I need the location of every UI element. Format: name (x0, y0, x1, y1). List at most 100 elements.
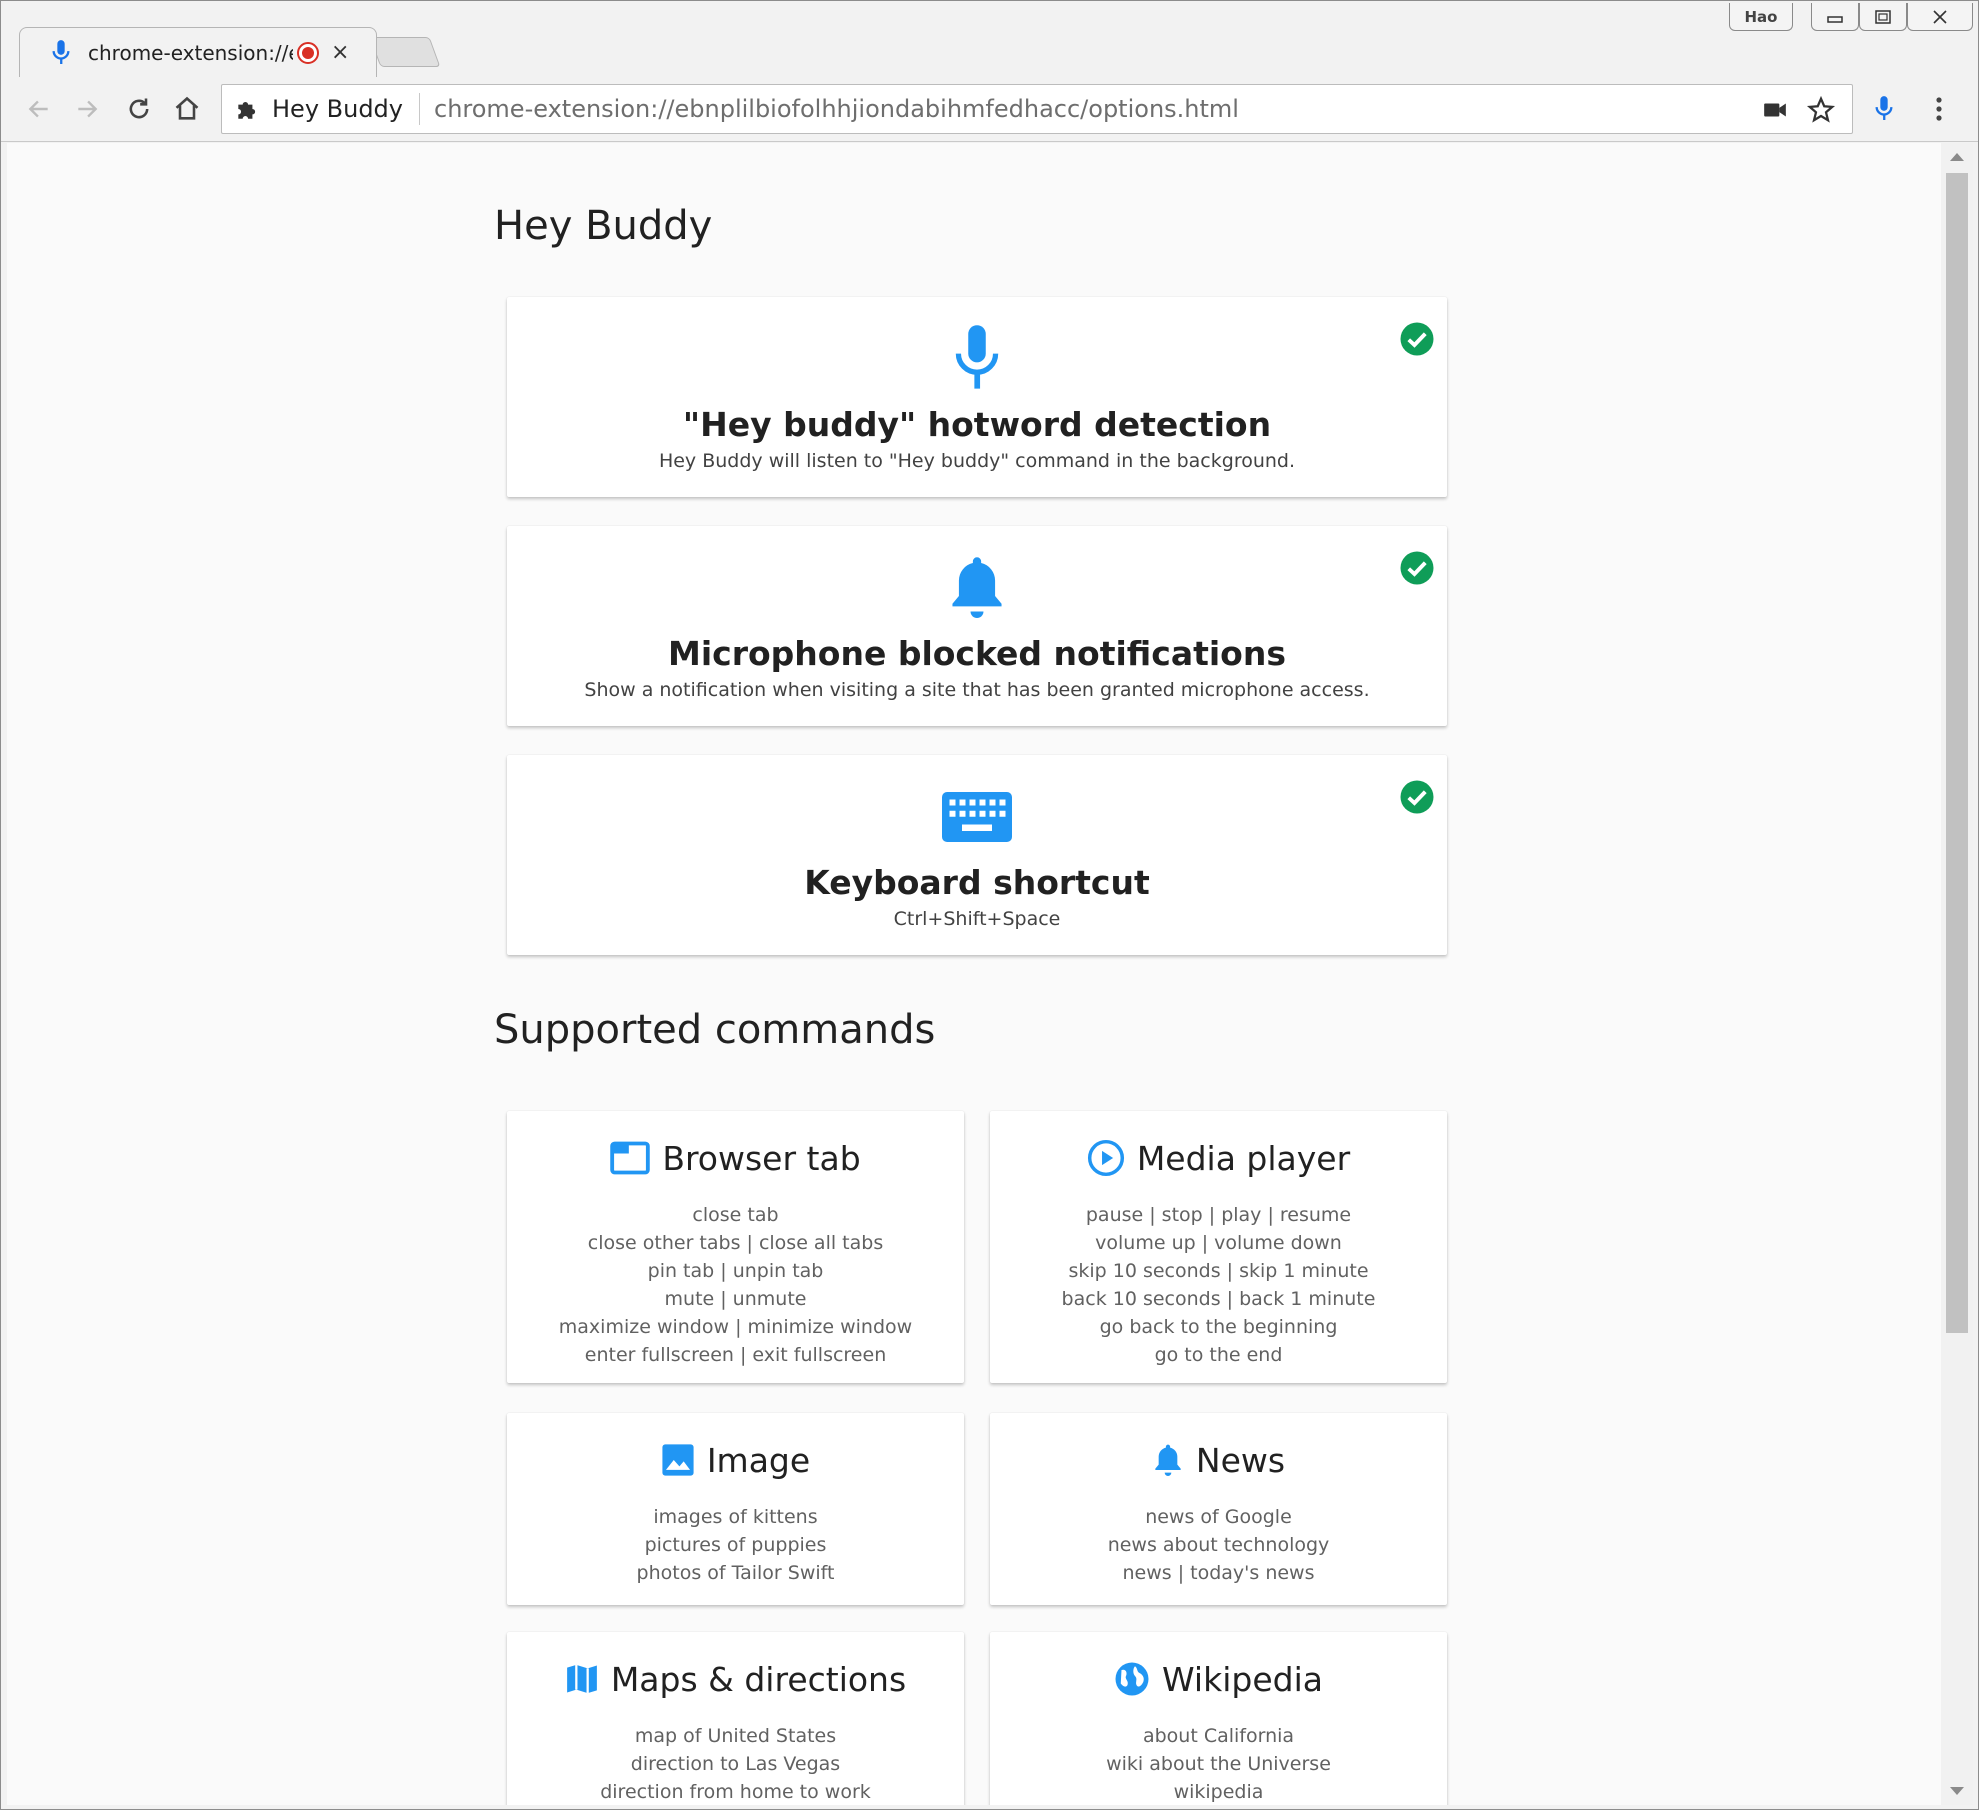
feature-description: Hey Buddy will listen to "Hey buddy" com… (658, 450, 1296, 472)
image-icon (662, 1444, 694, 1476)
maximize-button[interactable] (1859, 3, 1907, 31)
command-list: news of Google news about technology new… (990, 1503, 1447, 1587)
command-card-header: Browser tab (507, 1135, 964, 1181)
extension-hey-buddy-button[interactable] (1868, 93, 1900, 125)
command-card-header: Image (507, 1437, 964, 1483)
command-item: news about technology (1107, 1534, 1330, 1556)
home-icon (175, 96, 199, 120)
feature-title: Microphone blocked notifications (668, 634, 1286, 673)
command-card-title: Media player (1136, 1138, 1351, 1178)
command-card-title: News (1195, 1440, 1286, 1480)
page-viewport: Hey Buddy "Hey buddy" hotword detection … (7, 143, 1941, 1805)
browser-tab-icon (610, 1141, 651, 1175)
command-card-image: Image images of kittens pictures of pupp… (507, 1413, 964, 1605)
section-title-commands: Supported commands (494, 1007, 936, 1053)
bell-icon (1155, 1444, 1181, 1476)
command-item: close tab (692, 1204, 779, 1226)
microphone-icon (52, 39, 70, 64)
close-icon (1933, 9, 1947, 24)
command-item: enter fullscreen | exit fullscreen (584, 1344, 887, 1366)
forward-button[interactable] (71, 93, 103, 125)
check-circle-icon[interactable] (1399, 321, 1435, 357)
feature-title: "Hey buddy" hotword detection (682, 405, 1272, 444)
keyboard-icon (942, 792, 1012, 842)
command-item: wiki about the Universe (1106, 1753, 1331, 1775)
command-list: map of United States direction to Las Ve… (507, 1722, 964, 1805)
feature-icon-wrap (507, 552, 1447, 622)
browser-tab-active[interactable]: chrome-extension://ebnplilbiofolhhjionda… (19, 27, 377, 77)
browser-window: chrome-extension://ebnplilbiofolhhjionda… (0, 0, 1979, 1810)
command-item: direction to Las Vegas (630, 1753, 841, 1775)
bell-icon (952, 557, 1002, 618)
url-text[interactable]: chrome-extension://ebnplilbiofolhhjionda… (420, 95, 1239, 123)
globe-icon (1115, 1662, 1149, 1696)
bookmark-star-icon[interactable] (1806, 95, 1836, 125)
minimize-button[interactable] (1811, 3, 1859, 31)
command-card-browser-tab: Browser tab close tab close other tabs |… (507, 1111, 964, 1383)
feature-icon-wrap (507, 323, 1447, 393)
camera-icon[interactable] (1762, 97, 1788, 123)
command-card-header: Wikipedia (990, 1656, 1447, 1702)
reload-icon (129, 98, 149, 119)
more-vertical-icon (1936, 97, 1942, 121)
feature-title: Keyboard shortcut (804, 863, 1150, 902)
feature-card-hotword[interactable]: "Hey buddy" hotword detection Hey Buddy … (507, 297, 1447, 497)
feature-card-keyboard-shortcut[interactable]: Keyboard shortcut Ctrl+Shift+Space (507, 755, 1447, 955)
restore-icon (1875, 9, 1891, 24)
address-bar[interactable]: Hey Buddy chrome-extension://ebnplilbiof… (221, 84, 1853, 134)
command-item: about California (1142, 1725, 1295, 1747)
title-bar: chrome-extension://ebnplilbiofolhhjionda… (1, 1, 1978, 77)
home-button[interactable] (171, 93, 203, 125)
command-item: pin tab | unpin tab (647, 1260, 824, 1282)
arrow-left-icon (28, 100, 48, 118)
back-button[interactable] (23, 93, 55, 125)
command-list: about California wiki about the Universe… (990, 1722, 1447, 1805)
command-item: volume up | volume down (1095, 1232, 1342, 1254)
command-card-wikipedia: Wikipedia about California wiki about th… (990, 1632, 1447, 1805)
feature-card-notifications[interactable]: Microphone blocked notifications Show a … (507, 526, 1447, 726)
feature-description: Ctrl+Shift+Space (893, 908, 1061, 930)
command-item: mute | unmute (664, 1288, 807, 1310)
feature-icon-wrap (507, 781, 1447, 851)
map-icon (566, 1664, 597, 1694)
scrollbar-thumb[interactable] (1946, 173, 1968, 1333)
reload-button[interactable] (123, 93, 155, 125)
command-item: images of kittens (653, 1506, 818, 1528)
tab-close-button[interactable]: × (331, 40, 349, 65)
browser-toolbar: Hey Buddy chrome-extension://ebnplilbiof… (1, 76, 1978, 142)
command-item: back 10 seconds | back 1 minute (1061, 1288, 1376, 1310)
command-list: images of kittens pictures of puppies ph… (507, 1503, 964, 1587)
extension-puzzle-icon (238, 101, 256, 119)
command-item: pause | stop | play | resume (1085, 1204, 1352, 1226)
menu-button[interactable] (1923, 93, 1955, 125)
profile-button[interactable]: Hao (1729, 3, 1793, 31)
command-card-header: News (990, 1437, 1447, 1483)
command-list: close tab close other tabs | close all t… (507, 1201, 964, 1369)
page-title: Hey Buddy (494, 203, 713, 249)
command-card-maps: Maps & directions map of United States d… (507, 1632, 964, 1805)
command-item: news | today's news (1122, 1562, 1315, 1584)
command-card-header: Maps & directions (507, 1656, 964, 1702)
command-item: go back to the beginning (1099, 1316, 1338, 1338)
check-circle-icon[interactable] (1399, 550, 1435, 586)
command-item: map of United States (634, 1725, 837, 1747)
scroll-down-arrow-icon[interactable] (1950, 1787, 1964, 1795)
minimize-icon (1827, 15, 1843, 23)
command-item: news of Google (1145, 1506, 1292, 1528)
command-item: maximize window | minimize window (558, 1316, 913, 1338)
vertical-scrollbar[interactable] (1941, 143, 1973, 1805)
scroll-up-arrow-icon[interactable] (1950, 153, 1964, 161)
feature-description: Show a notification when visiting a site… (584, 679, 1370, 701)
command-item: skip 10 seconds | skip 1 minute (1068, 1260, 1369, 1282)
check-circle-icon[interactable] (1399, 779, 1435, 815)
command-card-title: Browser tab (662, 1138, 861, 1178)
command-card-title: Wikipedia (1162, 1659, 1323, 1699)
command-card-title: Maps & directions (610, 1659, 907, 1699)
close-window-button[interactable] (1907, 3, 1973, 31)
microphone-icon (1875, 96, 1893, 120)
command-card-title: Image (706, 1440, 811, 1480)
new-tab-button[interactable] (369, 37, 441, 67)
arrow-right-icon (78, 100, 98, 118)
command-item: pictures of puppies (644, 1534, 827, 1556)
recording-indicator-icon (297, 41, 319, 64)
